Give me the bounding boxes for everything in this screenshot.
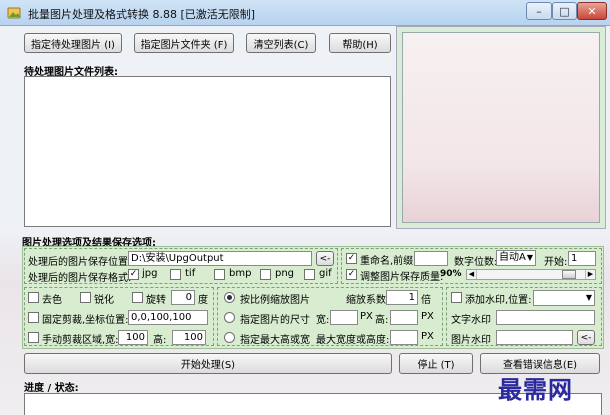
- close-button[interactable]: ✕: [577, 2, 607, 20]
- format-gif-label: gif: [319, 268, 332, 279]
- sharpen-label: 锐化: [94, 295, 114, 306]
- decolor-label: 去色: [42, 295, 62, 306]
- file-list[interactable]: [24, 76, 391, 227]
- chevron-down-icon: ▼: [526, 253, 533, 262]
- image-preview: [402, 32, 600, 223]
- quality-slider-thumb[interactable]: [562, 270, 576, 279]
- select-images-button[interactable]: 指定待处理图片 (I): [24, 33, 122, 53]
- rotate-unit: 度: [198, 295, 208, 306]
- window-title: 批量图片处理及格式转换 8.88 [已激活无限制]: [28, 8, 256, 21]
- maximize-button[interactable]: □: [552, 2, 577, 20]
- stop-button[interactable]: 停止 (T): [399, 353, 473, 374]
- format-jpg-checkbox[interactable]: ✓: [128, 269, 139, 280]
- manual-crop-checkbox[interactable]: [28, 332, 39, 343]
- quality-checkbox[interactable]: ✓: [346, 269, 357, 280]
- manual-crop-height-label: 高:: [153, 335, 167, 346]
- size-radio[interactable]: [224, 312, 235, 323]
- rotate-checkbox[interactable]: [132, 292, 143, 303]
- size-width-unit: PX: [360, 311, 373, 322]
- max-dimension-input[interactable]: [390, 330, 418, 345]
- rename-prefix-input[interactable]: [414, 251, 448, 266]
- format-bmp-label: bmp: [229, 268, 252, 279]
- scale-factor-input[interactable]: 1: [386, 290, 418, 305]
- app-icon: [7, 7, 21, 19]
- rotate-label: 旋转: [146, 295, 166, 306]
- browse-save-location-button[interactable]: <-: [316, 251, 334, 266]
- size-height-input[interactable]: [390, 310, 418, 325]
- chevron-down-icon: ▼: [585, 293, 592, 302]
- save-format-label: 处理后的图片保存格式:: [28, 273, 132, 284]
- size-label: 指定图片的尺寸: [240, 315, 310, 326]
- fixed-crop-label: 固定剪裁,坐标位置:: [42, 315, 129, 326]
- text-watermark-label: 文字水印: [451, 315, 491, 326]
- digits-label: 数字位数:: [454, 257, 498, 268]
- rotate-input[interactable]: 0: [171, 290, 195, 305]
- format-tif-checkbox[interactable]: [170, 269, 181, 280]
- image-watermark-input[interactable]: [496, 330, 573, 345]
- max-dimension-unit: PX: [421, 331, 434, 342]
- format-bmp-checkbox[interactable]: [214, 269, 225, 280]
- rename-checkbox[interactable]: ✓: [346, 253, 357, 264]
- max-dimension-radio[interactable]: [224, 332, 235, 343]
- progress-label: 进度 / 状态:: [24, 383, 79, 394]
- size-width-label: 宽:: [316, 315, 330, 326]
- sharpen-checkbox[interactable]: [80, 292, 91, 303]
- size-width-input[interactable]: [330, 310, 358, 325]
- scale-unit: 倍: [421, 295, 431, 306]
- format-gif-checkbox[interactable]: [304, 269, 315, 280]
- format-jpg-label: jpg: [142, 268, 158, 279]
- format-tif-label: tif: [185, 268, 196, 279]
- start-input[interactable]: 1: [568, 251, 596, 266]
- manual-crop-height-input[interactable]: 100: [172, 330, 206, 345]
- scale-radio[interactable]: [224, 292, 235, 303]
- slider-right-arrow-icon[interactable]: ▶: [585, 270, 595, 279]
- title-bar: 批量图片处理及格式转换 8.88 [已激活无限制] – □ ✕: [0, 0, 610, 26]
- manual-crop-width-input[interactable]: 100: [118, 330, 148, 345]
- manual-crop-label: 手动剪裁区域,宽:: [42, 335, 119, 346]
- slider-left-arrow-icon[interactable]: ◀: [467, 270, 477, 279]
- save-location-input[interactable]: D:\安装\UpgOutput: [128, 251, 312, 266]
- digits-select-value: 自动A: [499, 252, 526, 263]
- size-height-label: 高:: [375, 315, 389, 326]
- watermark-label: 添加水印,位置:: [465, 295, 532, 306]
- text-watermark-input[interactable]: [496, 310, 595, 325]
- quality-label: 调整图片保存质量:: [360, 272, 444, 283]
- digits-select[interactable]: 自动A ▼: [496, 250, 536, 266]
- format-png-checkbox[interactable]: [260, 269, 271, 280]
- clear-list-button[interactable]: 清空列表(C): [246, 33, 316, 53]
- save-location-label: 处理后的图片保存位置:: [28, 257, 132, 268]
- minimize-button[interactable]: –: [526, 2, 552, 20]
- watermark-checkbox[interactable]: [451, 292, 462, 303]
- quality-slider[interactable]: ◀ ▶: [466, 269, 596, 280]
- format-png-label: png: [275, 268, 295, 279]
- image-watermark-label: 图片水印: [451, 335, 491, 346]
- help-button[interactable]: 帮助(H): [329, 33, 391, 53]
- site-watermark: 最需网: [498, 375, 573, 404]
- browse-image-watermark-button[interactable]: <-: [577, 330, 595, 345]
- fixed-crop-checkbox[interactable]: [28, 312, 39, 323]
- decolor-checkbox[interactable]: [28, 292, 39, 303]
- scale-label: 按比例缩放图片: [240, 295, 310, 306]
- select-folder-button[interactable]: 指定图片文件夹 (F): [134, 33, 234, 53]
- rename-label: 重命名,前缀:: [360, 256, 417, 267]
- quality-value: 90%: [440, 269, 462, 279]
- start-processing-button[interactable]: 开始处理(S): [24, 353, 392, 374]
- size-height-unit: PX: [421, 311, 434, 322]
- max-dimension-value-label: 最大宽度或高度:: [316, 335, 390, 346]
- watermark-position-select[interactable]: ▼: [533, 290, 595, 306]
- start-label: 开始:: [544, 257, 568, 268]
- max-dimension-label: 指定最大高或宽: [240, 335, 310, 346]
- fixed-crop-input[interactable]: 0,0,100,100: [128, 310, 208, 325]
- scale-factor-label: 缩放系数:: [346, 295, 390, 306]
